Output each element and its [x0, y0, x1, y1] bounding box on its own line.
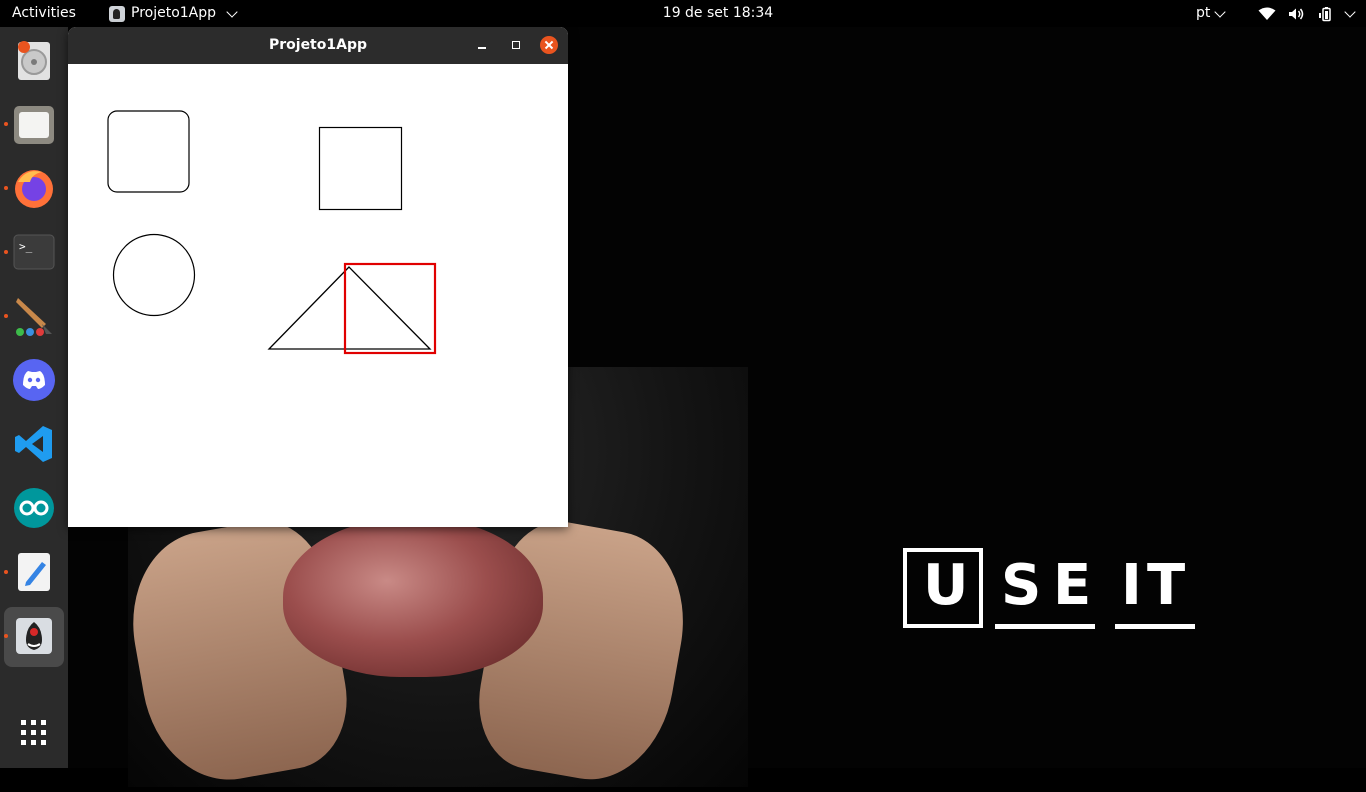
window-title: Projeto1App — [268, 37, 367, 53]
dock-terminal[interactable]: >_ — [12, 230, 56, 274]
useit-logo: U S E I T — [903, 548, 1195, 632]
paint-brush-icon — [16, 298, 52, 336]
dock-running-indicator — [4, 634, 8, 638]
grid-icon — [21, 720, 46, 745]
projeto1app-window: Projeto1App — [68, 27, 568, 527]
svg-text:>_: >_ — [19, 240, 33, 253]
logo-underline-se — [995, 624, 1095, 629]
dock: >_ — [0, 27, 68, 768]
circle-shape[interactable] — [112, 233, 196, 317]
discord-icon — [13, 359, 55, 401]
logo-letter-t: T — [1147, 553, 1186, 618]
logo-letter-s: S — [1001, 553, 1042, 618]
dock-java-app[interactable] — [12, 614, 56, 658]
show-applications-button[interactable] — [12, 711, 56, 755]
dock-running-indicator — [4, 186, 8, 190]
dock-ubuntu-software[interactable] — [12, 38, 56, 82]
vscode-icon — [15, 426, 52, 462]
dock-text-editor[interactable] — [12, 550, 56, 594]
java-app-icon — [16, 618, 52, 654]
top-bar: Activities Projeto1App 19 de set 18:34 p… — [0, 0, 1366, 27]
battery-icon — [1319, 6, 1331, 21]
dock-paint[interactable] — [12, 294, 56, 338]
system-tray[interactable] — [1258, 0, 1356, 27]
language-label: pt — [1196, 5, 1211, 21]
window-titlebar[interactable]: Projeto1App — [68, 27, 568, 65]
dock-running-indicator — [4, 570, 8, 574]
dock-running-indicator — [4, 314, 8, 318]
logo-letter-e: E — [1053, 553, 1092, 618]
triangle-shape[interactable] — [267, 266, 432, 350]
minimize-button[interactable] — [473, 36, 491, 54]
logo-underline-it — [1115, 624, 1195, 629]
dock-files[interactable] — [12, 102, 56, 146]
system-menu-chevron-icon — [1344, 5, 1356, 18]
wifi-icon — [1258, 7, 1276, 20]
dock-arduino[interactable] — [12, 486, 56, 530]
language-menu[interactable]: pt — [1196, 0, 1227, 27]
maximize-button[interactable] — [507, 36, 525, 54]
terminal-icon: >_ — [13, 234, 55, 270]
dock-vscode[interactable] — [12, 422, 56, 466]
drawing-canvas[interactable] — [68, 64, 568, 527]
chevron-down-icon — [1214, 5, 1227, 18]
close-button[interactable] — [540, 36, 558, 54]
wallpaper-brain-image — [283, 517, 543, 677]
dock-running-indicator — [4, 122, 8, 126]
drawing-surface[interactable] — [68, 64, 568, 527]
dock-firefox[interactable] — [12, 166, 56, 210]
clock[interactable]: 19 de set 18:34 — [0, 0, 1366, 27]
square-shape[interactable] — [318, 126, 403, 211]
dock-running-indicator — [4, 250, 8, 254]
rounded-rectangle-shape[interactable] — [107, 110, 190, 193]
logo-letter-u: U — [923, 553, 969, 618]
firefox-icon — [15, 170, 53, 208]
text-editor-icon — [18, 553, 50, 591]
logo-letter-i: I — [1121, 553, 1142, 618]
ubuntu-software-icon — [18, 41, 50, 80]
arduino-icon — [14, 488, 54, 528]
volume-icon — [1289, 8, 1304, 19]
files-icon — [14, 106, 54, 144]
dock-discord[interactable] — [12, 358, 56, 402]
